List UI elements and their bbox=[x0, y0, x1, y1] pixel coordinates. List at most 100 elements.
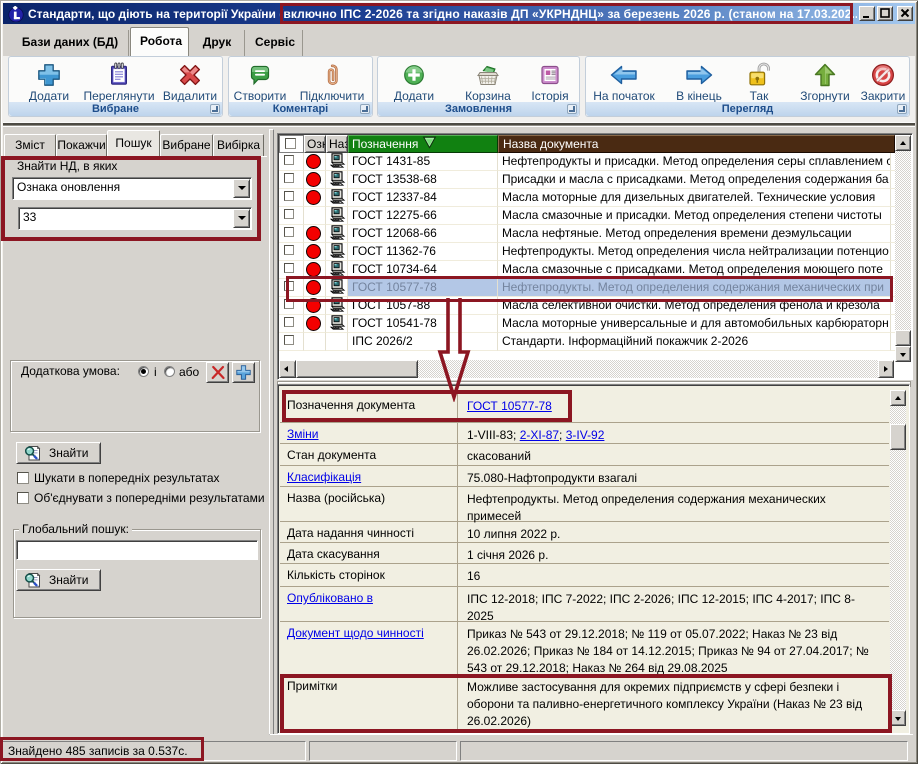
table-row[interactable]: ГОСТ 1057-88Масла селективной очистки. М… bbox=[279, 297, 893, 315]
row-checkbox[interactable] bbox=[284, 173, 294, 183]
row-checkbox[interactable] bbox=[284, 227, 294, 237]
row-checkbox[interactable] bbox=[284, 317, 294, 327]
ribbon-button[interactable]: Закрити bbox=[845, 61, 918, 105]
table-row[interactable]: ГОСТ 10734-64Масла смазочные с присадкам… bbox=[279, 261, 893, 279]
vertical-scrollbar[interactable] bbox=[895, 135, 911, 362]
vertical-scroll-track[interactable] bbox=[895, 151, 911, 330]
detail-value-text: скасований bbox=[467, 449, 531, 463]
row-checkbox[interactable] bbox=[284, 245, 294, 255]
checkbox-merge-previous[interactable] bbox=[17, 492, 29, 504]
table-row[interactable]: ГОСТ 10541-78Масла моторные универсальны… bbox=[279, 315, 893, 333]
minimize-button[interactable] bbox=[859, 6, 875, 21]
ribbon-button[interactable]: Додати bbox=[11, 61, 87, 105]
table-row[interactable]: ГОСТ 10577-78Нефтепродукты. Метод опреде… bbox=[279, 279, 893, 297]
detail-label-link[interactable]: Опубліковано в bbox=[287, 591, 373, 605]
global-find-button[interactable]: Знайти bbox=[16, 569, 101, 591]
tab-databases[interactable]: Бази даних (БД) bbox=[12, 30, 129, 56]
ribbon-button[interactable]: Створити bbox=[222, 61, 298, 105]
find-button[interactable]: Знайти bbox=[16, 442, 101, 464]
left-tab-zmist[interactable]: Зміст bbox=[4, 134, 56, 156]
left-tab-vybirka[interactable]: Вибірка bbox=[213, 134, 264, 156]
row-designation-cell: ГОСТ 12068-66 bbox=[348, 225, 498, 243]
horizontal-scrollbar[interactable] bbox=[279, 360, 895, 378]
ribbon-button[interactable]: На початок bbox=[586, 61, 662, 105]
table-row[interactable]: ГОСТ 1431-85Нефтепродукты и присадки. Ме… bbox=[279, 153, 893, 171]
tab-servis[interactable]: Сервіс bbox=[246, 30, 303, 56]
add-condition-button[interactable] bbox=[232, 362, 255, 383]
detail-scroll-thumb[interactable] bbox=[890, 424, 906, 450]
row-checkbox[interactable] bbox=[284, 299, 294, 309]
row-checkbox[interactable] bbox=[284, 263, 294, 273]
row-checkbox[interactable] bbox=[284, 281, 294, 291]
ribbon-button[interactable]: Так bbox=[721, 61, 797, 105]
table-row[interactable]: ГОСТ 12068-66Масла нефтяные. Метод опред… bbox=[279, 225, 893, 243]
ribbon-button[interactable]: Видалити bbox=[152, 61, 228, 105]
row-designation-cell: ГОСТ 10541-78 bbox=[348, 315, 498, 333]
dialog-launcher-icon[interactable] bbox=[897, 104, 907, 114]
grid-header-kind[interactable]: Наз bbox=[326, 135, 348, 153]
row-checkbox[interactable] bbox=[284, 191, 294, 201]
ribbon-button[interactable]: Додати bbox=[376, 61, 452, 105]
global-search-input[interactable] bbox=[16, 540, 258, 560]
radio-or[interactable] bbox=[164, 366, 175, 377]
detail-scroll-track-lower[interactable] bbox=[890, 450, 906, 710]
detail-label-link[interactable]: Класифікація bbox=[287, 470, 361, 484]
tab-robota[interactable]: Робота bbox=[130, 27, 189, 56]
detail-label-link[interactable]: Документ щодо чинності bbox=[287, 626, 424, 640]
detail-scroll-track[interactable] bbox=[890, 406, 906, 424]
detail-label-link[interactable]: Зміни bbox=[287, 427, 319, 441]
detail-value-link[interactable]: 2-XI-87 bbox=[520, 428, 559, 442]
delete-condition-button[interactable] bbox=[206, 362, 229, 383]
radio-and[interactable] bbox=[138, 366, 149, 377]
horizontal-scroll-track[interactable] bbox=[418, 360, 878, 378]
grid-header-checkbox[interactable] bbox=[279, 135, 304, 153]
detail-value-link[interactable]: 3-IV-92 bbox=[566, 428, 605, 442]
combobox-dropdown-icon[interactable] bbox=[233, 179, 250, 198]
grid-header-designation[interactable]: Позначення bbox=[348, 135, 498, 153]
detail-scroll-up-button[interactable] bbox=[890, 390, 906, 406]
scroll-up-button[interactable] bbox=[895, 135, 911, 151]
detail-scroll-down-button[interactable] bbox=[890, 710, 906, 726]
grid-header-name[interactable]: Назва документа bbox=[498, 135, 895, 153]
tab-druk[interactable]: Друк bbox=[190, 30, 245, 56]
vertical-scroll-thumb[interactable] bbox=[895, 330, 911, 346]
updated-mark-icon bbox=[306, 244, 321, 259]
search-field-combobox[interactable]: Ознака оновлення bbox=[12, 177, 252, 200]
dialog-launcher-icon[interactable] bbox=[567, 104, 577, 114]
row-checkbox[interactable] bbox=[284, 155, 294, 165]
scroll-right-button[interactable] bbox=[878, 360, 894, 378]
table-row[interactable]: ІПС 2026/2Стандарти. Інформаційний покаж… bbox=[279, 333, 893, 351]
search-value-combobox[interactable]: 33 bbox=[18, 207, 252, 230]
row-checkbox[interactable] bbox=[284, 335, 294, 345]
detail-value-link[interactable]: ГОСТ 10577-78 bbox=[467, 399, 552, 413]
combobox-dropdown-icon[interactable] bbox=[233, 209, 250, 228]
maximize-button[interactable] bbox=[877, 6, 893, 21]
detail-value-text: 1-VIII-83; bbox=[467, 428, 520, 442]
detail-vertical-scrollbar[interactable] bbox=[890, 390, 906, 727]
table-row[interactable]: ГОСТ 11362-76Нефтепродукты. Метод опреде… bbox=[279, 243, 893, 261]
panel-splitter[interactable] bbox=[267, 127, 277, 738]
grid-header-mark[interactable]: Озн bbox=[304, 135, 326, 153]
scroll-down-button[interactable] bbox=[895, 346, 911, 362]
ribbon-button[interactable]: Підключити bbox=[294, 61, 370, 105]
ribbon-button[interactable]: Переглянути bbox=[81, 61, 157, 105]
table-row[interactable]: ГОСТ 12337-84Масла моторные для дизельны… bbox=[279, 189, 893, 207]
row-designation-cell: ГОСТ 10577-78 bbox=[348, 279, 498, 297]
horizontal-scroll-thumb[interactable] bbox=[296, 360, 418, 378]
row-name-cell: Масла смазочные с присадками. Метод опре… bbox=[498, 261, 890, 279]
close-button[interactable] bbox=[897, 6, 913, 21]
left-tab-poshuk[interactable]: Пошук bbox=[107, 130, 160, 156]
dialog-launcher-icon[interactable] bbox=[210, 104, 220, 114]
scroll-right-icon bbox=[884, 366, 888, 372]
table-row[interactable]: ГОСТ 12275-66Масла смазочные и присадки.… bbox=[279, 207, 893, 225]
left-tab-vybrane[interactable]: Вибране bbox=[160, 134, 213, 156]
checkbox-search-previous[interactable] bbox=[17, 472, 29, 484]
scroll-left-button[interactable] bbox=[279, 360, 296, 378]
computer-icon bbox=[328, 171, 346, 189]
dialog-launcher-icon[interactable] bbox=[360, 104, 370, 114]
table-row[interactable]: ГОСТ 13538-68Присадки и масла с присадка… bbox=[279, 171, 893, 189]
row-checkbox[interactable] bbox=[284, 209, 294, 219]
ribbon-button[interactable]: Історія bbox=[512, 61, 588, 105]
header-checkbox[interactable] bbox=[285, 138, 296, 149]
left-tab-pokazhchyk[interactable]: Покажчи bbox=[56, 134, 107, 156]
